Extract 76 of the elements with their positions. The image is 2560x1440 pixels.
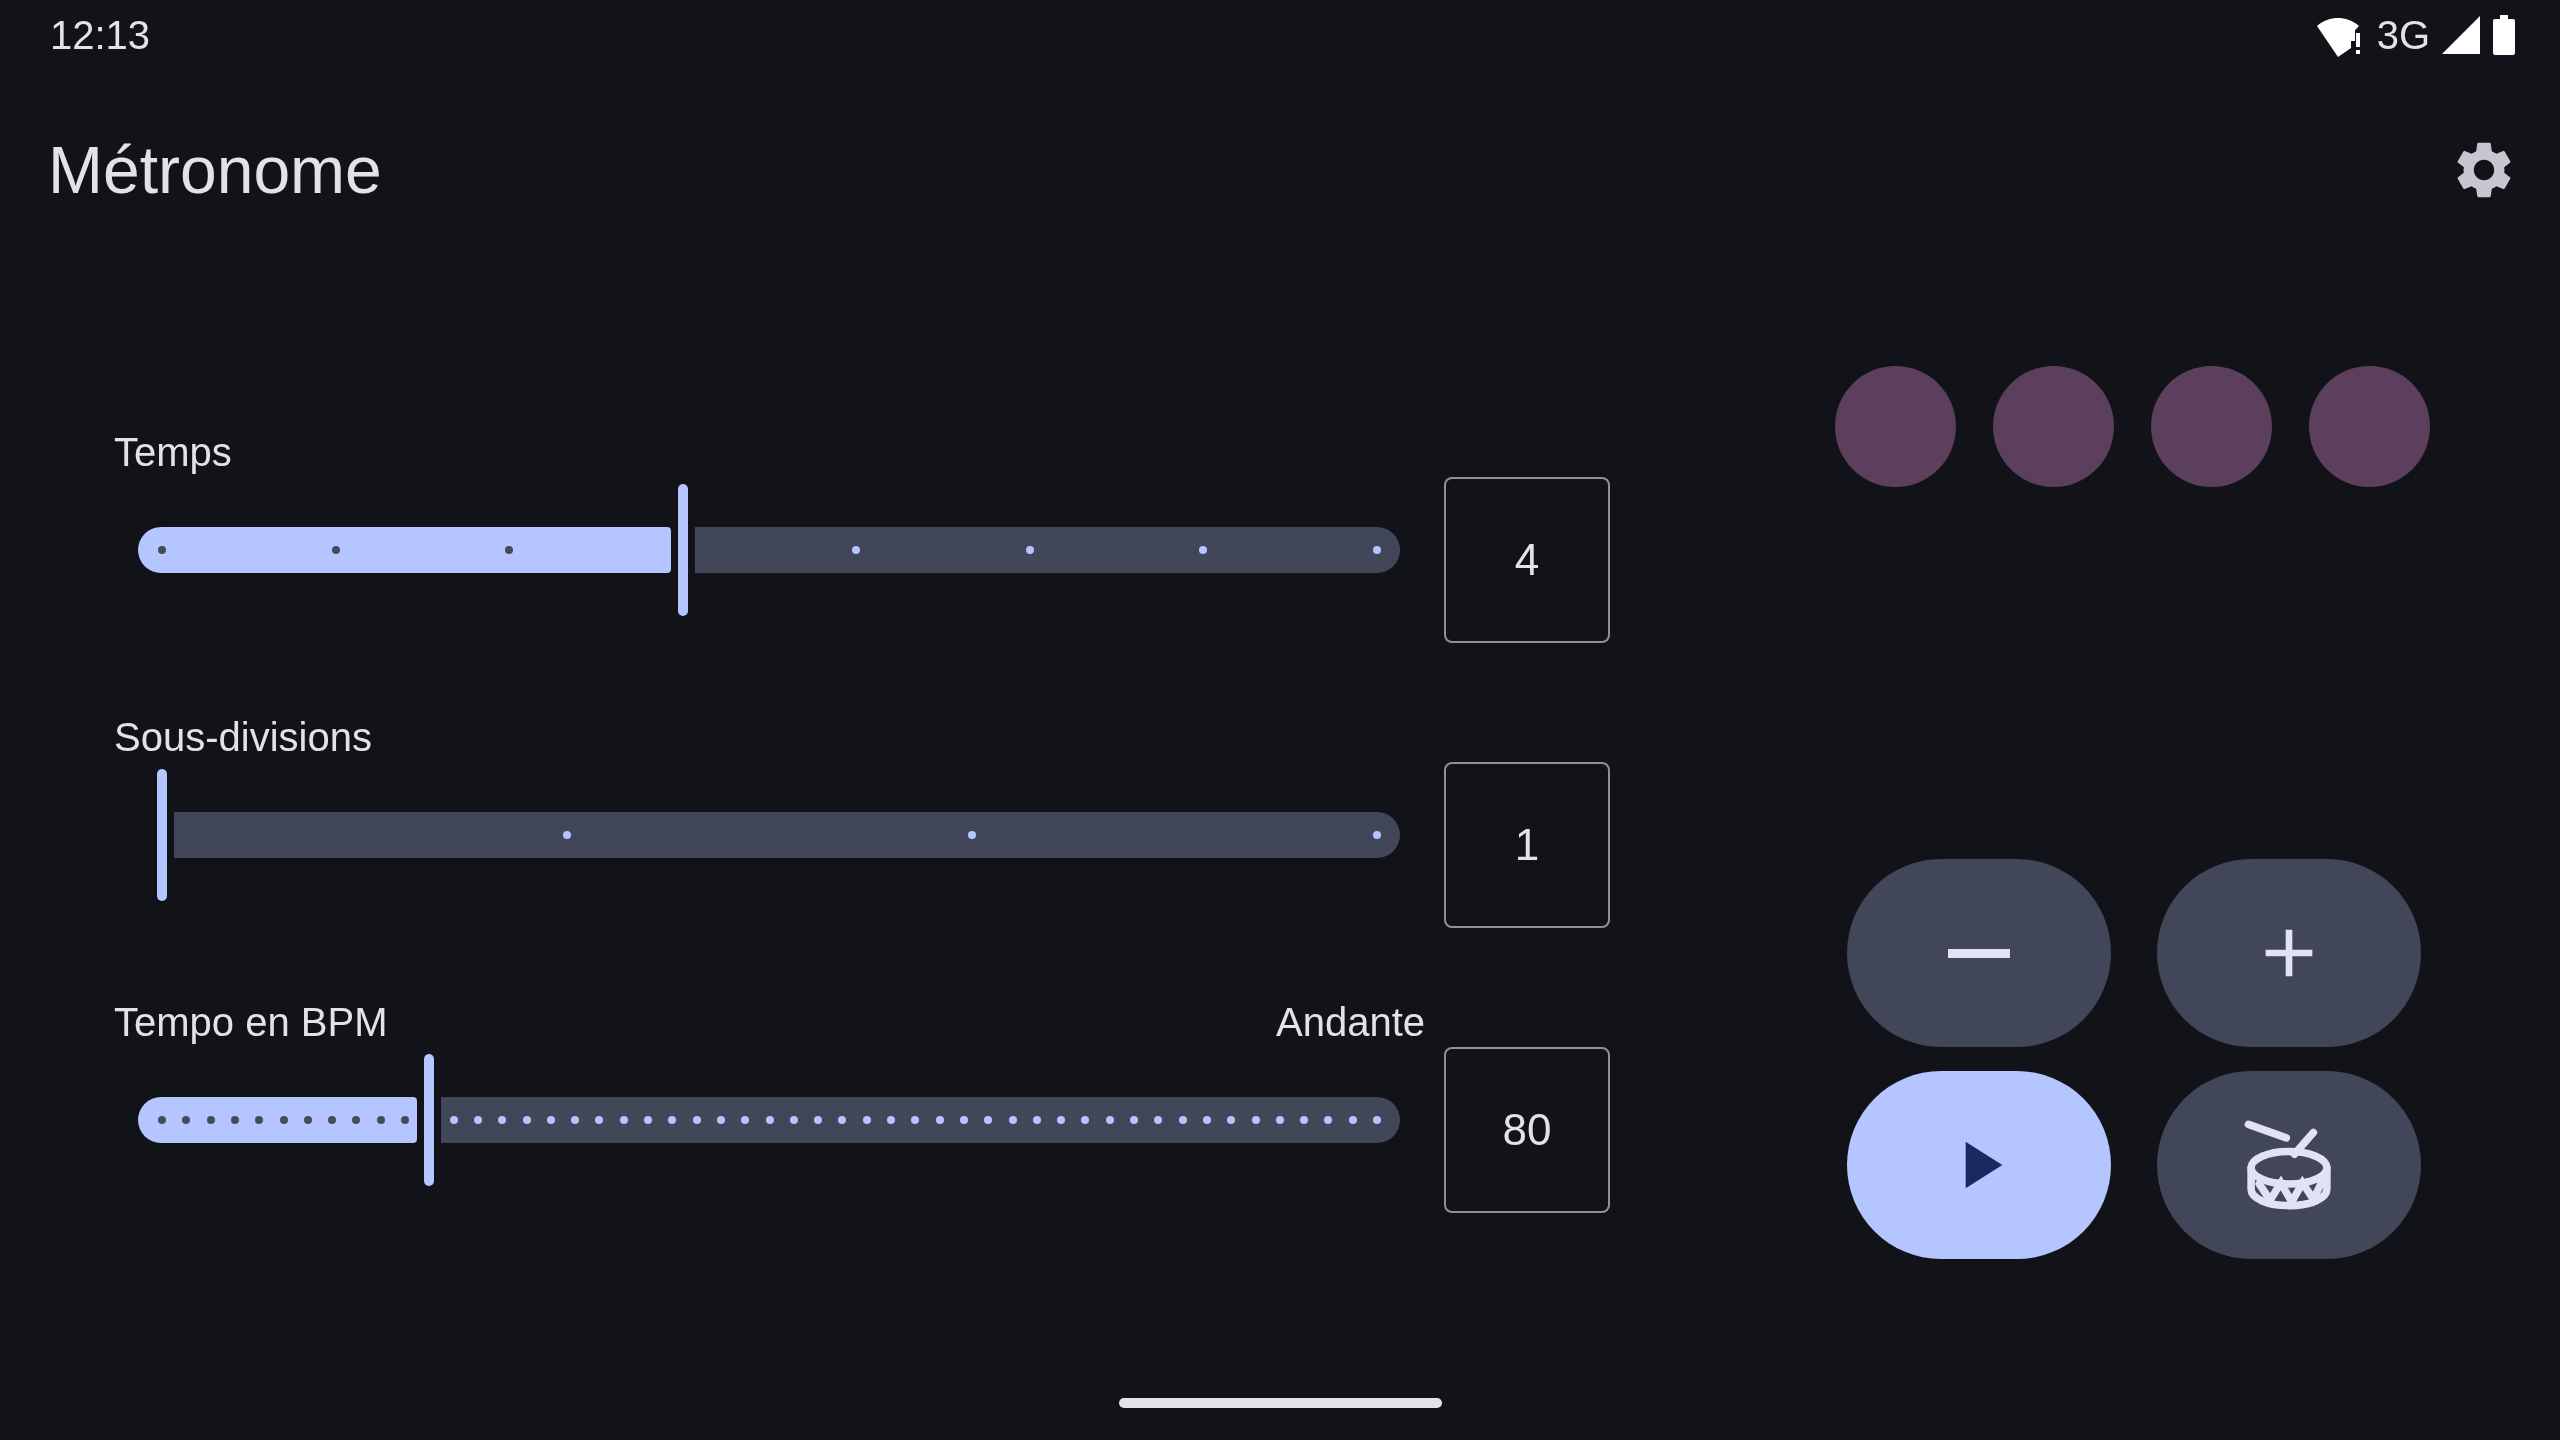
tick-mark xyxy=(1008,1116,1017,1124)
tick-mark xyxy=(571,1116,580,1124)
tick-mark xyxy=(1373,1116,1381,1124)
value-field[interactable]: 1 xyxy=(1444,762,1610,928)
network-type: 3G xyxy=(2376,12,2430,58)
tick-mark xyxy=(1199,546,1208,554)
tick-mark xyxy=(838,1116,847,1124)
tick-mark xyxy=(692,1116,701,1124)
tick-mark xyxy=(1130,1116,1138,1124)
tick-mark xyxy=(789,1116,798,1124)
tick-mark xyxy=(328,1116,337,1124)
tick-mark xyxy=(331,546,340,554)
tick-mark xyxy=(765,1116,774,1124)
slider-thumb[interactable] xyxy=(677,484,688,616)
tick-mark xyxy=(303,1116,312,1124)
signal-icon xyxy=(2442,16,2480,54)
tick-mark xyxy=(984,1116,993,1124)
tick-mark xyxy=(563,831,571,839)
tick-mark xyxy=(1057,1116,1066,1124)
tick-mark xyxy=(595,1116,604,1124)
tick-mark xyxy=(716,1116,725,1124)
tick-mark xyxy=(862,1116,871,1124)
tick-mark xyxy=(1275,1116,1284,1124)
tick-mark xyxy=(1202,1116,1211,1124)
tempo-name: Andante xyxy=(1275,999,1425,1046)
tick-mark xyxy=(1324,1116,1333,1124)
tick-mark xyxy=(352,1116,361,1124)
tick-mark xyxy=(1105,1116,1114,1124)
tick-mark xyxy=(376,1116,385,1124)
slider-label: Tempo en BPM xyxy=(114,999,388,1046)
tick-mark xyxy=(206,1116,215,1124)
battery-icon xyxy=(2492,15,2516,55)
tick-mark xyxy=(522,1116,531,1124)
tick-mark xyxy=(1227,1116,1236,1124)
tick-mark xyxy=(741,1116,750,1124)
tick-mark xyxy=(255,1116,264,1124)
tick-mark xyxy=(968,831,976,839)
tick-mark xyxy=(498,1116,507,1124)
slider-label: Sous-divisions xyxy=(114,714,372,761)
tick-mark xyxy=(644,1116,652,1124)
tick-mark xyxy=(1025,546,1034,554)
tick-mark xyxy=(546,1116,555,1124)
tick-mark xyxy=(158,546,166,554)
tick-mark xyxy=(852,546,861,554)
tick-mark xyxy=(505,546,514,554)
tick-mark xyxy=(1373,831,1381,839)
tick-mark xyxy=(1251,1116,1260,1124)
slider-thumb[interactable] xyxy=(157,769,167,901)
tick-mark xyxy=(473,1116,482,1124)
tick-mark xyxy=(1300,1116,1309,1124)
value-field[interactable]: 80 xyxy=(1444,1047,1610,1213)
value-field[interactable]: 4 xyxy=(1444,477,1610,643)
tick-mark xyxy=(1348,1116,1357,1124)
tick-mark xyxy=(668,1116,677,1124)
tick-mark xyxy=(935,1116,944,1124)
tick-mark xyxy=(158,1116,166,1124)
status-time: 12:13 xyxy=(50,12,151,58)
tick-mark xyxy=(449,1116,458,1124)
tick-mark xyxy=(1081,1116,1090,1124)
tick-mark xyxy=(814,1116,823,1124)
slider-thumb[interactable] xyxy=(424,1054,435,1186)
tick-mark xyxy=(959,1116,968,1124)
tick-mark xyxy=(230,1116,239,1124)
tick-mark xyxy=(1178,1116,1187,1124)
tick-mark xyxy=(401,1116,409,1124)
app-title: Métronome xyxy=(48,132,382,208)
tick-mark xyxy=(887,1116,895,1124)
tick-mark xyxy=(1154,1116,1163,1124)
tick-mark xyxy=(1373,546,1381,554)
tick-mark xyxy=(619,1116,628,1124)
tick-mark xyxy=(911,1116,920,1124)
tick-mark xyxy=(182,1116,191,1124)
slider-label: Temps xyxy=(114,429,232,476)
tick-mark xyxy=(1032,1116,1041,1124)
tick-mark xyxy=(279,1116,288,1124)
minus-icon xyxy=(1948,948,2010,958)
